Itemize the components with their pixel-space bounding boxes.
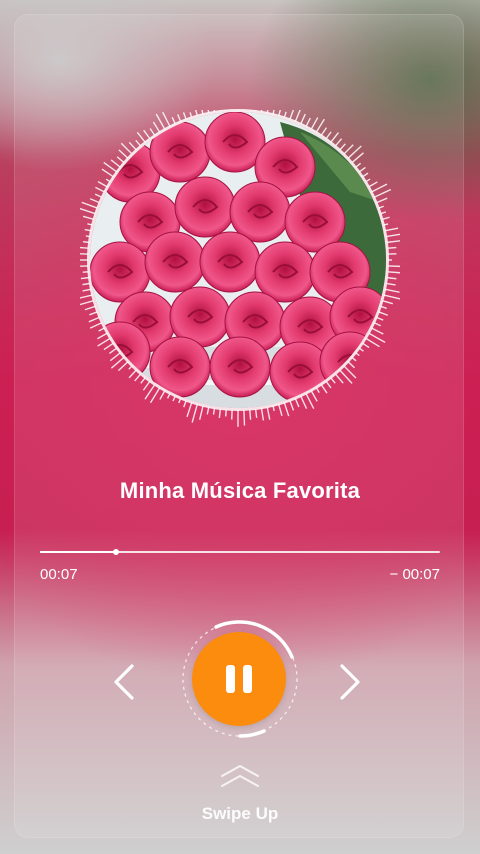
pause-icon	[226, 665, 252, 693]
track-title: Minha Música Favorita	[119, 478, 361, 503]
album-art-container	[80, 110, 400, 430]
album-art[interactable]	[90, 112, 386, 408]
remaining-time: − 00:07	[389, 566, 440, 583]
seek-bar[interactable]	[40, 549, 440, 555]
previous-track-button[interactable]	[104, 660, 144, 704]
next-track-button[interactable]	[330, 660, 370, 704]
seek-bar-fill	[40, 551, 116, 553]
seek-bar-thumb[interactable]	[113, 549, 119, 555]
chevron-right-icon	[340, 664, 360, 700]
chevron-left-icon	[114, 664, 134, 700]
double-chevron-up-icon[interactable]	[219, 762, 261, 792]
swipe-up-label[interactable]: Swipe Up	[0, 804, 480, 824]
roses-image	[90, 112, 386, 408]
pause-button[interactable]	[192, 632, 286, 726]
elapsed-time: 00:07	[40, 566, 78, 583]
